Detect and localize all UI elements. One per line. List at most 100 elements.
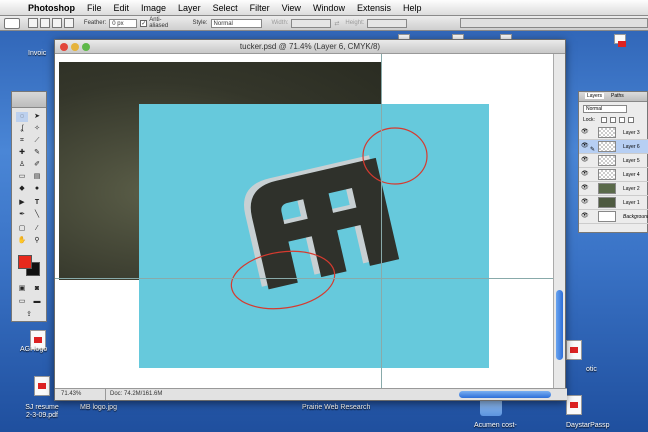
scroll-thumb[interactable] [556, 290, 563, 360]
vertical-scrollbar[interactable] [553, 54, 565, 389]
pdf-file-icon[interactable] [566, 395, 582, 415]
eye-icon[interactable]: 👁 [581, 185, 589, 191]
feather-input[interactable]: 0 px [109, 18, 138, 28]
doc-size-info[interactable]: Doc: 74.2M/161.6M [105, 389, 162, 400]
type-tool-icon[interactable]: T [31, 198, 43, 208]
eye-icon[interactable]: 👁 [581, 199, 589, 205]
lock-transparency-icon[interactable] [601, 117, 607, 123]
menu-edit[interactable]: Edit [108, 0, 136, 16]
pdf-file-icon[interactable] [566, 340, 582, 360]
swap-icon[interactable]: ⇄ [334, 20, 339, 27]
lock-move-icon[interactable] [619, 117, 625, 123]
line-tool-icon[interactable]: ╲ [31, 210, 43, 220]
style-select[interactable]: Normal [210, 18, 263, 28]
desktop-icon-sj-resume[interactable]: SJ resume 2-3-09.pdf [22, 404, 62, 420]
minimize-button[interactable] [71, 43, 79, 51]
desktop-icon-invoice[interactable]: Invoic [28, 50, 46, 57]
pdf-file-icon[interactable] [614, 34, 626, 47]
menu-file[interactable]: File [81, 0, 108, 16]
desktop-icon-mb-logo[interactable]: MB logo.jpg [80, 404, 117, 411]
zoom-tool-icon[interactable]: ⚲ [31, 236, 43, 246]
menu-extensis[interactable]: Extensis [351, 0, 397, 16]
menu-bar: Photoshop File Edit Image Layer Select F… [0, 0, 648, 16]
horizontal-scrollbar[interactable] [459, 391, 551, 398]
layer-row-layer-6[interactable]: 👁 ✎ Layer 6 [579, 140, 648, 154]
desktop-icon-acumen[interactable]: Acumen cost- [474, 422, 517, 429]
fullscreen-menu-icon[interactable]: ▬ [31, 297, 43, 307]
close-button[interactable] [60, 43, 68, 51]
brush-tool-icon[interactable]: ✎ [31, 148, 43, 158]
magic-wand-tool-icon[interactable]: ✧ [31, 124, 43, 134]
healing-tool-icon[interactable]: ✚ [16, 148, 28, 158]
antialias-label: Anti-aliased [149, 17, 169, 29]
add-selection-icon[interactable] [39, 18, 50, 28]
style-label: Style: [192, 20, 208, 26]
layer-row-layer-1[interactable]: 👁 Layer 1 [579, 196, 648, 210]
layer-row-layer-5[interactable]: 👁 Layer 5 [579, 154, 648, 168]
hand-tool-icon[interactable]: ✋ [16, 236, 28, 246]
eye-icon[interactable]: 👁 [581, 157, 589, 163]
move-tool-icon[interactable]: ➤ [31, 112, 43, 122]
width-input[interactable] [291, 18, 332, 28]
menu-view[interactable]: View [276, 0, 307, 16]
intersect-selection-icon[interactable] [63, 18, 74, 28]
layer-row-layer-3[interactable]: 👁 Layer 3 [579, 126, 648, 140]
height-input[interactable] [367, 18, 408, 28]
eye-icon[interactable]: 👁 [581, 213, 589, 219]
tab-layers[interactable]: Layers [585, 93, 605, 99]
zoom-button[interactable] [82, 43, 90, 51]
eraser-tool-icon[interactable]: ▭ [16, 172, 28, 182]
crop-tool-icon[interactable]: ⌗ [16, 136, 28, 146]
lasso-tool-icon[interactable]: ʆ [16, 124, 28, 134]
dodge-tool-icon[interactable]: ● [31, 184, 43, 194]
notes-tool-icon[interactable]: ▢ [16, 224, 28, 234]
document-title-bar[interactable]: tucker.psd @ 71.4% (Layer 6, CMYK/8) [55, 40, 565, 54]
lock-all-icon[interactable] [628, 117, 634, 123]
eye-icon[interactable]: 👁 [581, 171, 589, 177]
palette-well[interactable] [460, 18, 648, 28]
eyedropper-tool-icon[interactable]: ⁄ [31, 224, 43, 234]
slice-tool-icon[interactable]: ⟋ [31, 136, 43, 146]
layer-row-layer-2[interactable]: 👁 Layer 2 [579, 182, 648, 196]
quickmask-mode-icon[interactable]: ◙ [31, 284, 43, 294]
lock-brush-icon[interactable] [610, 117, 616, 123]
standard-mode-icon[interactable]: ▣ [16, 284, 28, 294]
menu-select[interactable]: Select [207, 0, 244, 16]
eye-icon[interactable]: 👁 [581, 129, 589, 135]
desktop-icon-agi-logo[interactable]: AGI logo [20, 346, 47, 353]
menu-app-name[interactable]: Photoshop [22, 0, 81, 16]
screen-mode-icon[interactable]: ▭ [16, 297, 28, 307]
canvas-area[interactable] [55, 54, 555, 389]
history-brush-icon[interactable]: ✐ [31, 160, 43, 170]
stamp-tool-icon[interactable]: ♙ [16, 160, 28, 170]
menu-image[interactable]: Image [135, 0, 172, 16]
menu-help[interactable]: Help [397, 0, 428, 16]
marquee-tool-icon[interactable]: ◌ [16, 112, 28, 122]
foreground-color-swatch[interactable] [18, 255, 32, 269]
layer-name: Layer 1 [623, 200, 640, 206]
layer-row-layer-4[interactable]: 👁 Layer 4 [579, 168, 648, 182]
eye-icon[interactable]: 👁 [581, 143, 589, 149]
blur-tool-icon[interactable]: ◆ [16, 184, 28, 194]
pen-tool-icon[interactable]: ✒ [16, 210, 28, 220]
antialias-checkbox[interactable]: ✓ [140, 19, 148, 27]
desktop-icon-daystar[interactable]: DaystarPassp [566, 422, 610, 429]
jump-to-imageready-icon[interactable]: ⇪ [23, 310, 35, 320]
desktop-icon-prairie-web[interactable]: Prairie Web Research [302, 404, 370, 411]
pdf-file-icon[interactable] [34, 376, 50, 396]
menu-filter[interactable]: Filter [244, 0, 276, 16]
marquee-preset-icon[interactable] [4, 17, 20, 29]
menu-layer[interactable]: Layer [172, 0, 207, 16]
subtract-selection-icon[interactable] [51, 18, 62, 28]
options-bar: Feather: 0 px ✓ Anti-aliased Style: Norm… [0, 16, 648, 31]
layer-row-background[interactable]: 👁 Background [579, 210, 648, 224]
blend-mode-select[interactable]: Normal [583, 105, 627, 113]
tab-paths[interactable]: Paths [611, 93, 624, 99]
gradient-tool-icon[interactable]: ▤ [31, 172, 43, 182]
path-select-tool-icon[interactable]: ▶ [16, 198, 28, 208]
red-ellipse-annotation [362, 127, 428, 185]
menu-window[interactable]: Window [307, 0, 351, 16]
new-selection-icon[interactable] [27, 18, 38, 28]
zoom-level[interactable]: 71.43% [61, 389, 81, 400]
desktop-icon-otic[interactable]: otic [586, 366, 597, 373]
